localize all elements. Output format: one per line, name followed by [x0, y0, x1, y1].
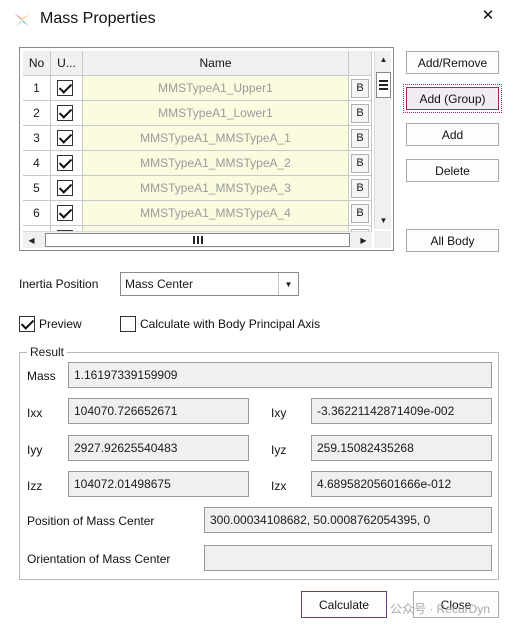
inertia-position-label: Inertia Position: [19, 277, 99, 291]
row-use-cell: [51, 101, 83, 126]
row-browse-cell: B: [349, 126, 372, 151]
scroll-down-icon[interactable]: ▼: [375, 212, 392, 229]
table-row[interactable]: 5 MMSTypeA1_MMSTypeA_3 B: [23, 176, 372, 201]
izx-label: Izx: [271, 479, 287, 493]
table-row[interactable]: 1 MMSTypeA1_Upper1 B: [23, 76, 372, 101]
use-checkbox[interactable]: [57, 155, 73, 171]
iyz-field[interactable]: 259.15082435268: [311, 435, 492, 461]
add-remove-button[interactable]: Add/Remove: [406, 51, 499, 74]
principal-axis-label: Calculate with Body Principal Axis: [140, 317, 321, 331]
vertical-scroll-thumb[interactable]: [376, 72, 391, 98]
izz-field[interactable]: 104072.01498675: [68, 471, 249, 497]
title-bar: Mass Properties ✕: [0, 0, 515, 38]
iyy-field[interactable]: 2927.92625540483: [68, 435, 249, 461]
browse-body-button[interactable]: B: [351, 103, 369, 123]
ixx-label: Ixx: [27, 406, 43, 420]
row-browse-cell: B: [349, 176, 372, 201]
all-body-button[interactable]: All Body: [406, 229, 499, 252]
use-checkbox[interactable]: [57, 205, 73, 221]
row-body-name[interactable]: MMSTypeA1_Lower1: [83, 101, 349, 126]
preview-checkbox[interactable]: [19, 316, 35, 332]
row-number: 1: [23, 76, 51, 101]
ixy-label: Ixy: [271, 406, 287, 420]
table-row[interactable]: 4 MMSTypeA1_MMSTypeA_2 B: [23, 151, 372, 176]
row-body-name[interactable]: MMSTypeA1_Upper1: [83, 76, 349, 101]
row-number: 5: [23, 176, 51, 201]
add-button[interactable]: Add: [406, 123, 499, 146]
browse-body-button[interactable]: B: [351, 78, 369, 98]
orientation-label: Orientation of Mass Center: [27, 552, 171, 566]
row-body-name[interactable]: MMSTypeA1_MMSTypeA_4: [83, 201, 349, 226]
calculate-button[interactable]: Calculate: [301, 591, 387, 618]
position-field[interactable]: 300.00034108682, 50.0008762054395, 0: [204, 507, 492, 533]
mass-label: Mass: [27, 369, 56, 383]
horizontal-scrollbar[interactable]: ◀ ▶: [23, 231, 372, 248]
row-number: 3: [23, 126, 51, 151]
chevron-down-icon[interactable]: ▼: [278, 273, 298, 295]
browse-body-button[interactable]: B: [351, 203, 369, 223]
row-use-cell: [51, 126, 83, 151]
recurdyn-logo-icon: [14, 13, 30, 27]
row-body-name[interactable]: MMSTypeA1_MMSTypeA_1: [83, 126, 349, 151]
use-checkbox[interactable]: [57, 80, 73, 96]
body-list-grid: No U... Name 1 MMSTypeA1_Upper1 B 2 MMSTypeA…: [19, 47, 394, 251]
browse-body-button[interactable]: B: [351, 153, 369, 173]
watermark: 公众号 · RecurDyn: [390, 602, 491, 616]
row-number: 2: [23, 101, 51, 126]
use-checkbox[interactable]: [57, 105, 73, 121]
principal-axis-checkbox[interactable]: [120, 316, 136, 332]
grid-viewport: No U... Name 1 MMSTypeA1_Upper1 B 2 MMSTypeA…: [23, 51, 372, 231]
row-browse-cell: B: [349, 76, 372, 101]
izx-field[interactable]: 4.68958205601666e-012: [311, 471, 492, 497]
scroll-left-icon[interactable]: ◀: [23, 232, 40, 249]
izz-label: Izz: [27, 479, 43, 493]
close-icon[interactable]: ✕: [478, 6, 498, 26]
column-header-blank: [349, 51, 372, 76]
scroll-up-icon[interactable]: ▲: [375, 51, 392, 68]
horizontal-scroll-thumb[interactable]: [45, 233, 350, 247]
preview-label: Preview: [39, 317, 82, 331]
use-checkbox[interactable]: [57, 130, 73, 146]
row-use-cell: [51, 201, 83, 226]
row-use-cell: [51, 176, 83, 201]
scrollbar-corner: [374, 231, 391, 248]
use-checkbox[interactable]: [57, 180, 73, 196]
add-group-button[interactable]: Add (Group): [403, 84, 502, 113]
inertia-position-value: Mass Center: [125, 277, 194, 291]
inertia-position-select[interactable]: Mass Center ▼: [120, 272, 299, 296]
table-row[interactable]: 2 MMSTypeA1_Lower1 B: [23, 101, 372, 126]
vertical-scrollbar[interactable]: ▲ ▼: [374, 51, 391, 229]
ixy-field[interactable]: -3.36221142871409e-002: [311, 398, 492, 424]
orientation-field[interactable]: [204, 545, 492, 571]
iyz-label: Iyz: [271, 443, 287, 457]
row-use-cell: [51, 151, 83, 176]
window-title: Mass Properties: [40, 10, 156, 27]
column-header-use[interactable]: U...: [51, 51, 83, 76]
table-row[interactable]: 3 MMSTypeA1_MMSTypeA_1 B: [23, 126, 372, 151]
browse-body-button[interactable]: B: [351, 128, 369, 148]
result-group-title: Result: [27, 345, 68, 359]
row-body-name[interactable]: MMSTypeA1_MMSTypeA_2: [83, 151, 349, 176]
row-use-cell: [51, 76, 83, 101]
position-label: Position of Mass Center: [27, 514, 155, 528]
column-header-no[interactable]: No: [23, 51, 51, 76]
grid-header: No U... Name: [23, 51, 372, 76]
row-number: 6: [23, 201, 51, 226]
row-number: 4: [23, 151, 51, 176]
table-row[interactable]: 6 MMSTypeA1_MMSTypeA_4 B: [23, 201, 372, 226]
iyy-label: Iyy: [27, 443, 43, 457]
row-browse-cell: B: [349, 151, 372, 176]
row-browse-cell: B: [349, 201, 372, 226]
mass-field[interactable]: 1.16197339159909: [68, 362, 492, 388]
scroll-right-icon[interactable]: ▶: [355, 232, 372, 249]
delete-button[interactable]: Delete: [406, 159, 499, 182]
row-browse-cell: B: [349, 101, 372, 126]
ixx-field[interactable]: 104070.726652671: [68, 398, 249, 424]
browse-body-button[interactable]: B: [351, 178, 369, 198]
row-body-name[interactable]: MMSTypeA1_MMSTypeA_3: [83, 176, 349, 201]
column-header-name[interactable]: Name: [83, 51, 349, 76]
